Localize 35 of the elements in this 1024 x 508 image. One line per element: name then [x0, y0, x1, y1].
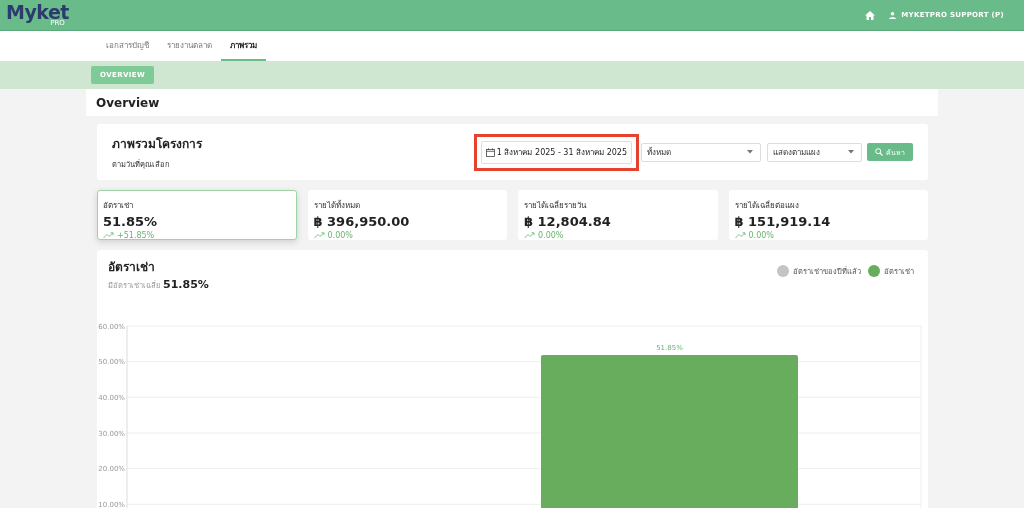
chart-title: อัตราเช่า [108, 259, 155, 276]
stat-card[interactable]: รายได้เฉลี่ยรายวัน ฿ 12,804.84 0.00% [518, 190, 718, 240]
trend-up-icon [524, 231, 535, 239]
page-title: Overview [96, 95, 160, 110]
stat-change: +51.85% [117, 230, 155, 240]
stat-value: ฿ 12,804.84 [524, 215, 611, 231]
section-title: ภาพรวมโครงการ [112, 136, 202, 152]
stat-change: 0.00% [327, 230, 353, 240]
stat-value: 51.85% [103, 215, 158, 231]
calendar-icon [485, 147, 495, 157]
stat-card[interactable]: อัตราเช่า 51.85% +51.85% [97, 190, 297, 240]
home-icon[interactable] [865, 10, 876, 20]
stat-value: ฿ 151,919.14 [734, 215, 831, 231]
stat-change: 0.00% [538, 230, 564, 240]
trend-up-icon [313, 231, 325, 239]
caret-icon [747, 150, 753, 154]
caret-icon [848, 150, 854, 154]
stat-card[interactable]: รายได้เฉลี่ยต่อแผง ฿ 151,919.14 0.00% [728, 190, 928, 240]
stat-label: อัตราเช่า [103, 201, 133, 211]
stat-value: ฿ 396,950.00 [313, 215, 410, 231]
nav-tab[interactable]: รายงานตลาด [158, 31, 221, 61]
stat-label: รายได้เฉลี่ยต่อแผง [734, 201, 799, 211]
stat-label: รายได้ทั้งหมด [313, 201, 360, 211]
person-icon [889, 11, 897, 19]
dropdown[interactable]: ทั้งหมด [641, 142, 761, 162]
stat-label: รายได้เฉลี่ยรายวัน [524, 201, 586, 211]
stat-card[interactable]: รายได้ทั้งหมด ฿ 396,950.00 0.00% [307, 190, 507, 240]
search-icon [875, 148, 883, 156]
trend-up-icon [103, 231, 114, 239]
dropdown[interactable]: แสดงตามแผง [767, 142, 862, 162]
trend-up-icon [734, 231, 746, 239]
date-range-picker[interactable]: 1 สิงหาคม 2025 - 31 สิงหาคม 2025 [480, 140, 632, 164]
average-value: 51.85% [163, 278, 209, 291]
stat-change: 0.00% [748, 230, 774, 240]
nav-tab[interactable]: เอกสารบัญชี [97, 31, 158, 61]
